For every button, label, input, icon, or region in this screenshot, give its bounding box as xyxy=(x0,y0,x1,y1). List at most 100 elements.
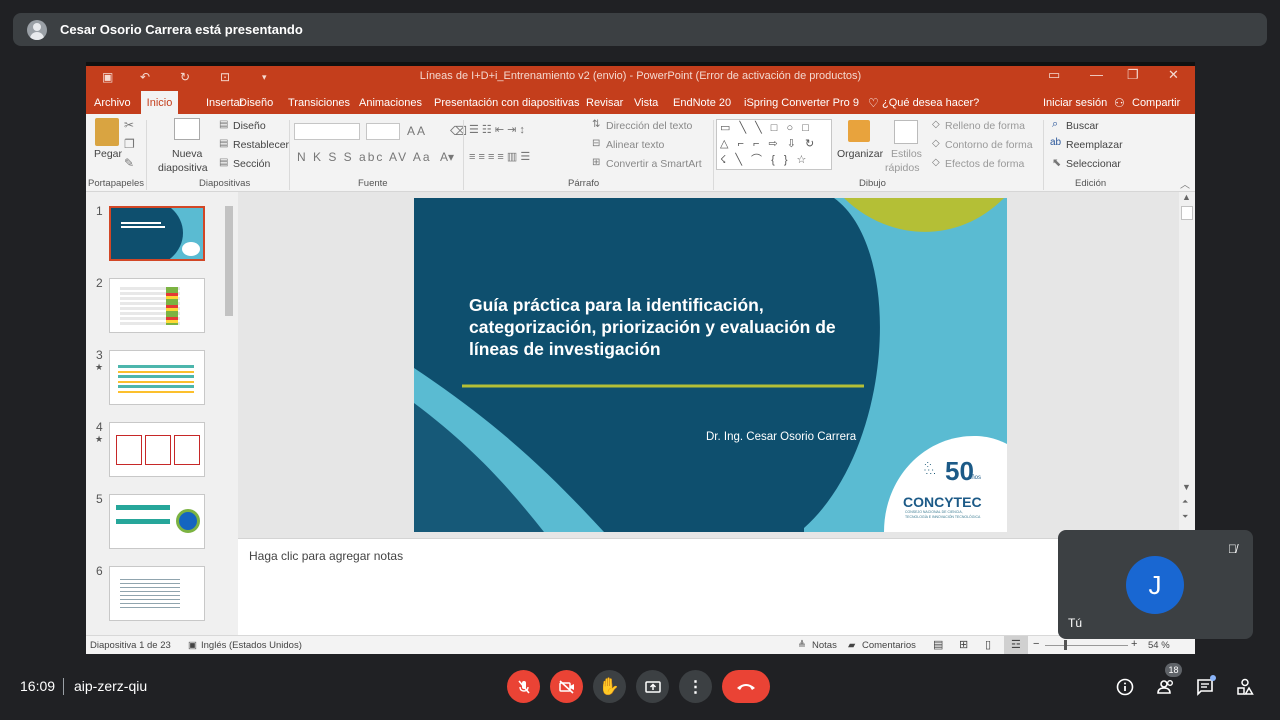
notes-placeholder[interactable]: Haga clic para agregar notas xyxy=(249,549,403,563)
zoom-thumb[interactable] xyxy=(1064,640,1067,650)
meeting-time: 16:09 xyxy=(20,678,56,694)
ribbon-display-icon[interactable]: ▭ xyxy=(1048,67,1060,83)
list-icons[interactable]: ☰ ☷ ⇤ ⇥ ↕ xyxy=(469,123,525,136)
tab-insertar[interactable]: Insertar xyxy=(206,97,243,109)
copy-icon[interactable]: ❐ xyxy=(124,137,135,151)
grow-font-icon[interactable]: A A xyxy=(407,124,425,138)
zoom-out-icon[interactable]: − xyxy=(1033,638,1039,650)
comments-toggle[interactable]: Comentarios xyxy=(862,640,916,651)
self-video-tile[interactable]: 🎙̸ J Tú xyxy=(1058,530,1253,639)
new-slide-icon[interactable] xyxy=(174,118,200,140)
new-slide-label-2[interactable]: diapositiva xyxy=(158,162,208,174)
layout-icon: ▤ xyxy=(219,119,229,130)
search-icon: ⌕ xyxy=(1052,118,1059,130)
camera-toggle-button[interactable] xyxy=(550,670,583,703)
new-slide-label-1[interactable]: Nueva xyxy=(172,148,202,160)
text-direction-button[interactable]: Dirección del texto xyxy=(606,120,692,132)
zoom-level[interactable]: 54 % xyxy=(1148,640,1170,651)
cut-icon[interactable]: ✂ xyxy=(124,118,134,132)
raise-hand-button[interactable]: ✋ xyxy=(593,670,626,703)
thumb-number: 5 xyxy=(96,492,103,506)
tell-me-input[interactable]: ¿Qué desea hacer? xyxy=(882,97,979,109)
animation-star-icon: ★ xyxy=(95,434,104,444)
reading-view-icon[interactable]: ▯ xyxy=(985,638,991,651)
align-text-button[interactable]: Alinear texto xyxy=(606,139,664,151)
slide-thumbnail[interactable] xyxy=(109,494,205,549)
shape-outline-button[interactable]: Contorno de forma xyxy=(945,139,1033,151)
normal-view-icon[interactable]: ▤ xyxy=(933,638,943,651)
layout-button[interactable]: Diseño xyxy=(233,120,266,132)
activities-button[interactable] xyxy=(1234,676,1256,698)
tab-endnote[interactable]: EndNote 20 xyxy=(673,97,731,109)
select-button[interactable]: Seleccionar xyxy=(1066,158,1121,170)
tab-archivo[interactable]: Archivo xyxy=(94,97,131,109)
quick-styles-icon[interactable] xyxy=(894,120,918,144)
tab-ispring[interactable]: iSpring Converter Pro 9 xyxy=(744,97,859,109)
slide-thumbnail[interactable] xyxy=(109,422,205,477)
slide-thumbnail[interactable] xyxy=(109,350,205,405)
format-painter-icon[interactable]: ✎ xyxy=(124,156,134,170)
paste-icon[interactable] xyxy=(95,118,119,146)
notes-pane[interactable]: Haga clic para agregar notas xyxy=(238,538,1195,635)
replace-button[interactable]: Reemplazar xyxy=(1066,139,1123,151)
language-indicator[interactable]: Inglés (Estados Unidos) xyxy=(201,640,302,651)
reset-button[interactable]: Restablecer xyxy=(233,139,289,151)
share-button[interactable]: Compartir xyxy=(1132,97,1180,109)
tab-revisar[interactable]: Revisar xyxy=(586,97,623,109)
comments-icon: ▰ xyxy=(848,640,856,651)
section-button[interactable]: Sección xyxy=(233,158,270,170)
slide-thumbnail[interactable] xyxy=(109,206,205,261)
shape-effects-button[interactable]: Efectos de forma xyxy=(945,158,1024,170)
align-icons[interactable]: ≡ ≡ ≡ ≡ ▥ ☰ xyxy=(469,150,530,163)
arrange-button[interactable]: Organizar xyxy=(837,148,883,160)
slide-thumbnail[interactable] xyxy=(109,566,205,621)
shape-fill-button[interactable]: Relleno de forma xyxy=(945,120,1025,132)
camera-off-icon xyxy=(558,679,574,694)
ribbon-tabs: Archivo Insertar Diseño Transiciones Ani… xyxy=(86,91,1195,114)
tab-inicio[interactable]: Inicio xyxy=(141,91,178,114)
paste-button[interactable]: Pegar xyxy=(94,148,122,160)
tab-vista[interactable]: Vista xyxy=(634,97,658,109)
section-icon: ▤ xyxy=(219,157,229,168)
thumbnail-scrollbar[interactable] xyxy=(223,192,235,635)
info-button[interactable] xyxy=(1114,676,1136,698)
zoom-in-icon[interactable]: + xyxy=(1131,638,1137,650)
tab-presentacion[interactable]: Presentación con diapositivas xyxy=(434,97,580,109)
meeting-code: aip-zerz-qiu xyxy=(74,678,148,694)
clear-format-icon[interactable]: ⌫ xyxy=(450,124,467,138)
tab-diseno[interactable]: Diseño xyxy=(239,97,273,109)
slide-thumbnail[interactable] xyxy=(109,278,205,333)
notes-toggle[interactable]: Notas xyxy=(812,640,837,651)
arrange-icon[interactable] xyxy=(848,120,870,142)
notes-toggle-icon: ≜ xyxy=(798,640,806,651)
font-color-icon[interactable]: A▾ xyxy=(440,150,454,164)
chat-button[interactable] xyxy=(1194,675,1216,698)
minimize-icon[interactable]: — xyxy=(1090,67,1103,82)
slide-sorter-icon[interactable]: ⊞ xyxy=(959,638,968,651)
people-button[interactable] xyxy=(1155,676,1177,698)
slide-scrollbar[interactable]: ▲ ▼ ⏶ ⏷ xyxy=(1179,192,1195,538)
maximize-icon[interactable]: ❐ xyxy=(1127,67,1139,83)
quick-styles-label-2[interactable]: rápidos xyxy=(885,162,919,174)
collapse-ribbon-icon[interactable]: ︿ xyxy=(1180,176,1190,191)
font-format-buttons[interactable]: N K S S abc AV Aa xyxy=(297,150,432,164)
leave-call-button[interactable] xyxy=(722,670,770,703)
sign-in-link[interactable]: Iniciar sesión xyxy=(1043,97,1107,109)
smartart-icon: ⊞ xyxy=(592,157,601,168)
font-name-input[interactable] xyxy=(294,123,360,140)
spellcheck-icon[interactable]: ▣ xyxy=(188,640,197,651)
quick-styles-label-1[interactable]: Estilos xyxy=(891,148,922,160)
activities-icon xyxy=(1237,678,1254,695)
close-icon[interactable]: ✕ xyxy=(1168,67,1179,83)
present-button[interactable] xyxy=(636,670,669,703)
tab-transiciones[interactable]: Transiciones xyxy=(288,97,350,109)
font-size-input[interactable] xyxy=(366,123,400,140)
mic-toggle-button[interactable] xyxy=(507,670,540,703)
more-options-button[interactable]: ⋮ xyxy=(679,670,712,703)
current-slide[interactable]: Guía práctica para la identificación, ca… xyxy=(414,198,1007,532)
find-button[interactable]: Buscar xyxy=(1066,120,1099,132)
tab-animaciones[interactable]: Animaciones xyxy=(359,97,422,109)
shapes-gallery[interactable]: ▭ ╲ ╲ □ ○ □ △ ⌐ ⌐ ⇨ ⇩ ↻ ☇ ╲ ⌒ { } ☆ xyxy=(716,119,832,170)
convert-smartart-button[interactable]: Convertir a SmartArt xyxy=(606,158,702,170)
zoom-slider[interactable] xyxy=(1045,645,1128,646)
